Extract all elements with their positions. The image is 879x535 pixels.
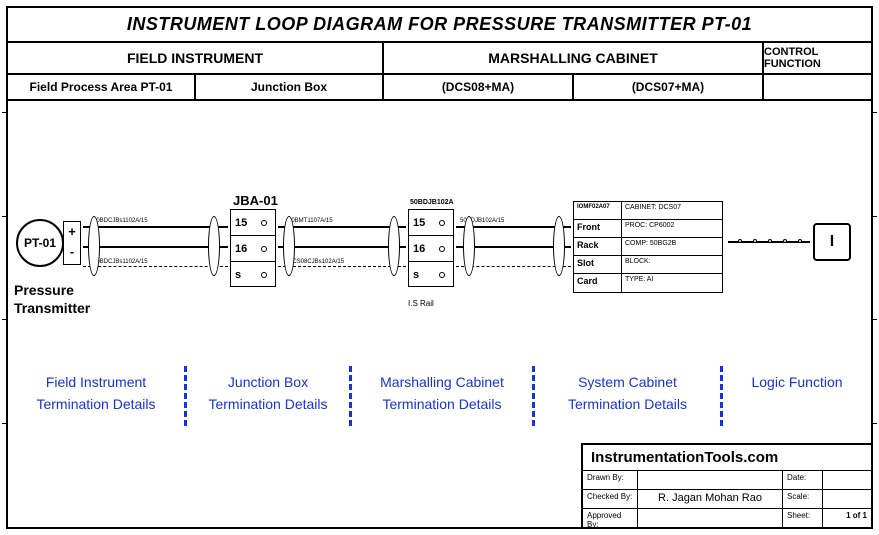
wire-2c: DCS08CJBs102A/15 [278,266,406,267]
marshall-row-3: s [409,262,453,288]
caption-marshall: Marshalling Cabinet Termination Details [352,361,532,431]
caption-jbox: Junction Box Termination Details [187,361,349,431]
rail-label: I.S Rail [408,299,434,308]
logic-function-symbol: I [813,223,851,261]
wire-1c: 50BDCJBs1102A/15 [83,266,228,267]
cable-gland-3 [283,216,295,276]
signal-chain [728,241,810,243]
cable-gland-6 [553,216,565,276]
cable-gland-1 [88,216,100,276]
transmitter-label: PressureTransmitter [14,281,90,317]
minus-terminal: - [64,242,80,262]
marshall-box-label: 50BDJB102A [410,199,454,206]
col-field: FIELD INSTRUMENT [8,43,384,73]
jbox-row-1: 15 [231,210,275,236]
col-marshall: MARSHALLING CABINET [384,43,764,73]
wire-2b [278,246,406,248]
subcolumn-headers: Field Process Area PT-01 Junction Box (D… [8,75,871,101]
title-block: InstrumentationTools.com Drawn By: Date:… [581,443,871,527]
caption-row: Field Instrument Termination Details Jun… [8,361,871,431]
cable-gland-4 [388,216,400,276]
jbox-row-3: s [231,262,275,288]
tb-row-approved: Approved By: Sheet: 1 of 1 [583,509,871,527]
wire-1b [83,246,228,248]
marshall-row-1: 15 [409,210,453,236]
junction-box: 15 16 s [230,209,276,287]
column-headers: FIELD INSTRUMENT MARSHALLING CABINET CON… [8,43,871,75]
tb-row-drawn: Drawn By: Date: [583,471,871,490]
jbox-row-2: 16 [231,236,275,262]
sub-empty [764,75,871,99]
brand-label: InstrumentationTools.com [583,445,871,471]
sub-jbox: Junction Box [196,75,384,99]
sub-field: Field Process Area PT-01 [8,75,196,99]
marshalling-box: 15 16 s [408,209,454,287]
diagram-frame: INSTRUMENT LOOP DIAGRAM FOR PRESSURE TRA… [6,6,873,529]
cable-gland-2 [208,216,220,276]
page-title: INSTRUMENT LOOP DIAGRAM FOR PRESSURE TRA… [8,8,871,43]
plus-terminal: + [64,222,80,242]
cable-gland-5 [463,216,475,276]
col-control: CONTROL FUNCTION [764,43,871,73]
tb-row-checked: Checked By: R. Jagan Mohan Rao Scale: [583,490,871,509]
caption-syscab: System Cabinet Termination Details [535,361,720,431]
sub-dcs07: (DCS07+MA) [574,75,764,99]
polarity-box: + - [63,221,81,265]
caption-logic: Logic Function [723,361,871,431]
jbox-label: JBA-01 [233,193,278,208]
sub-dcs08: (DCS08+MA) [384,75,574,99]
marshall-row-2: 16 [409,236,453,262]
caption-field: Field Instrument Termination Details [8,361,184,431]
wire-1a: 50BDCJBs1102A/15 [83,226,228,228]
transmitter-symbol: PT-01 [16,219,64,267]
system-cabinet-table: IOMF02A07CABINET: DCS07 FrontPROC: CP600… [573,201,723,293]
wire-2a: 50BMT1107A/15 [278,226,406,228]
diagram-area: PT-01 + - PressureTransmitter 50BDCJBs11… [8,101,871,361]
